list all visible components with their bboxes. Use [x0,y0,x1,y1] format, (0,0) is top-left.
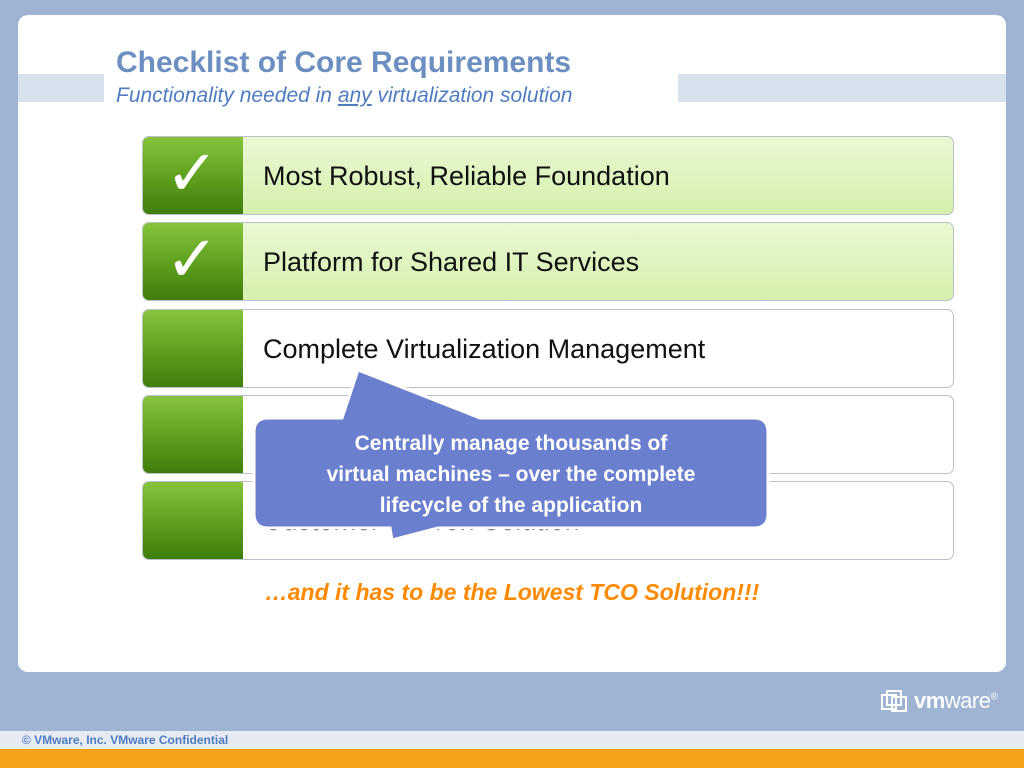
callout-line: virtual machines – over the complete [326,463,696,486]
subtitle-prefix: Functionality needed in [116,84,338,107]
requirement-tile [143,310,243,387]
tagline: …and it has to be the Lowest TCO Solutio… [264,579,760,605]
title-band-left [18,74,104,102]
callout-line: Centrally manage thousands of [354,432,668,455]
requirement-tile: ✓ [143,137,243,214]
vmware-logo: vmware® [880,686,998,716]
checkmark-icon: ✓ [165,137,219,211]
slide-subtitle: Functionality needed in any virtualizati… [116,84,572,108]
requirement-row-shared-services: ✓ Platform for Shared IT Services [142,222,954,301]
checkmark-icon: ✓ [165,223,219,297]
slide-title: Checklist of Core Requirements [116,46,572,79]
requirement-tile: ✓ [143,223,243,300]
requirement-row-foundation: ✓ Most Robust, Reliable Foundation [142,136,954,215]
footer-copyright: © VMware, Inc. VMware Confidential [22,733,229,747]
requirement-label: Platform for Shared IT Services [263,247,640,277]
callout-line: lifecycle of the application [379,494,643,517]
requirement-label: Complete Virtualization Management [263,334,706,364]
requirement-tile [143,482,243,559]
title-band-right [678,74,1006,102]
vmware-logo-icon [881,690,907,712]
registered-mark: ® [990,691,998,703]
logo-wordmark-light: ware [944,688,991,713]
footer-orange-bar [0,749,1024,768]
callout-text: Centrally manage thousands of virtual ma… [258,428,764,521]
logo-wordmark: vmware® [914,688,998,714]
requirement-tile [143,396,243,473]
requirement-label: Most Robust, Reliable Foundation [263,161,670,191]
logo-wordmark-bold: vm [914,688,945,713]
subtitle-emphasis: any [337,84,372,107]
subtitle-suffix: virtualization solution [371,84,573,107]
